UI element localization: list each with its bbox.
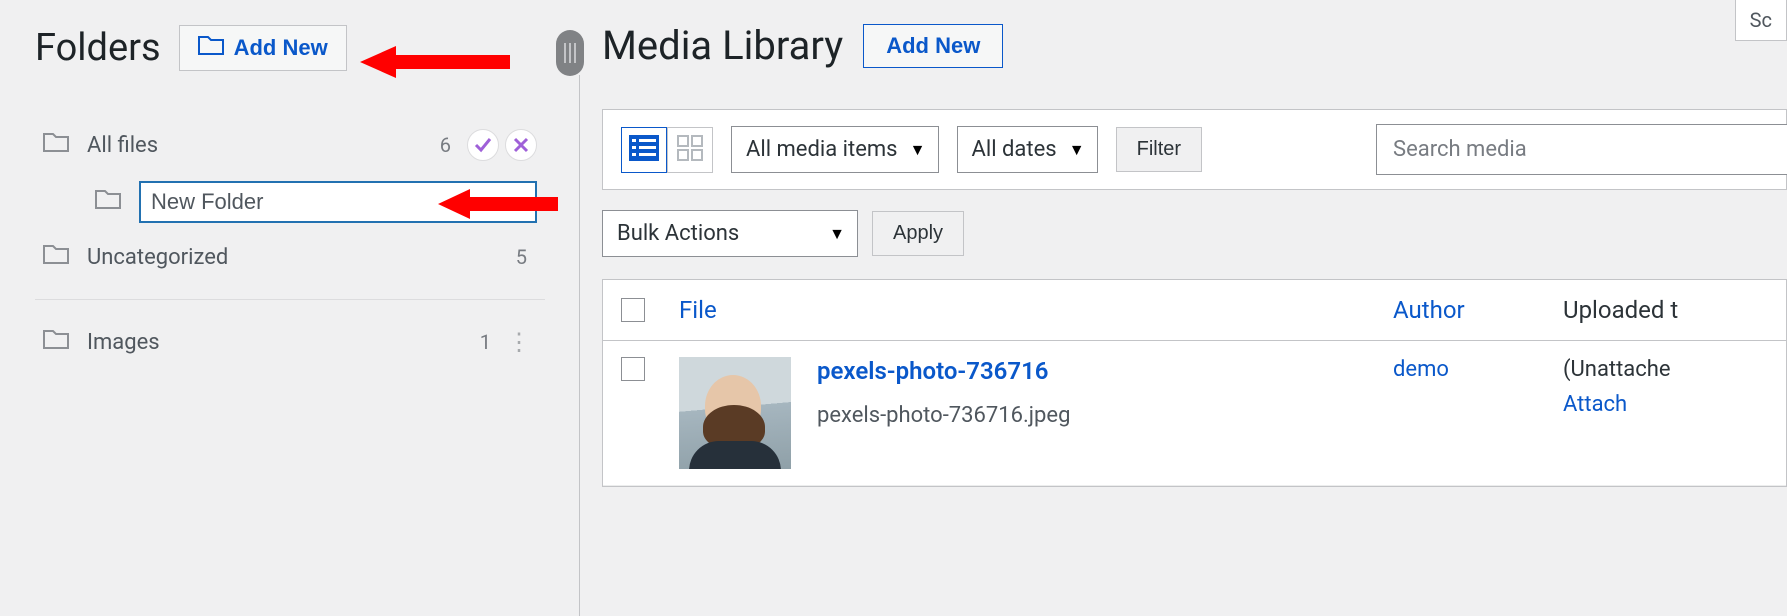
media-thumbnail[interactable] [679,357,791,469]
column-uploaded: Uploaded t [1563,296,1678,324]
folder-plus-icon [198,34,224,62]
page-title: Media Library [602,22,843,69]
select-label: Bulk Actions [617,221,739,246]
column-author[interactable]: Author [1393,296,1465,324]
table-header: File Author Uploaded t [603,280,1786,341]
select-label: All dates [972,137,1057,162]
folder-label: Images [87,330,480,355]
folder-icon [43,328,69,356]
confirm-folder-button[interactable] [467,129,499,161]
folder-list: All files 6 [35,119,545,366]
media-type-select[interactable]: All media items ▼ [731,126,939,173]
folder-more-button[interactable]: ⋮ [501,328,537,356]
media-table: File Author Uploaded t pexels-photo-7367… [602,279,1787,487]
search-placeholder: Search media [1393,137,1527,162]
chevron-down-icon: ▼ [910,140,926,160]
folders-title: Folders [35,26,161,70]
add-media-button[interactable]: Add New [863,24,1003,68]
apply-button[interactable]: Apply [872,211,964,256]
cancel-folder-button[interactable] [505,129,537,161]
media-toolbar: All media items ▼ All dates ▼ Filter Sea… [602,109,1787,190]
folder-label: Uncategorized [87,245,516,270]
folder-row-uncategorized[interactable]: Uncategorized 5 [35,233,545,281]
add-folder-label: Add New [234,35,328,61]
media-title-link[interactable]: pexels-photo-736716 [817,357,1070,385]
folders-sidebar: Folders Add New All files 6 [0,0,580,616]
search-media-input[interactable]: Search media [1376,124,1787,175]
filter-button[interactable]: Filter [1116,127,1202,172]
select-all-checkbox[interactable] [621,298,645,322]
annotation-arrow-icon [438,186,568,222]
dates-select[interactable]: All dates ▼ [957,126,1098,173]
screen-options-tab[interactable]: Sc [1735,0,1787,41]
chevron-down-icon: ▼ [829,224,845,244]
column-file[interactable]: File [679,296,717,324]
row-checkbox[interactable] [621,357,645,381]
select-label: All media items [746,137,898,162]
author-link[interactable]: demo [1393,357,1449,382]
uploaded-status: (Unattache [1563,357,1768,382]
folder-icon [43,131,69,159]
annotation-arrow-icon [360,42,520,82]
list-view-icon [629,135,659,165]
add-folder-button[interactable]: Add New [179,25,347,71]
media-library-main: Sc Media Library Add New All media i [580,0,1787,616]
view-grid-button[interactable] [667,127,713,173]
divider [35,299,545,300]
folder-icon [43,243,69,271]
attach-link[interactable]: Attach [1563,392,1768,417]
media-filename: pexels-photo-736716.jpeg [817,403,1070,428]
folder-row-images[interactable]: Images 1 ⋮ [35,318,545,366]
folder-icon [95,188,121,216]
table-row: pexels-photo-736716 pexels-photo-736716.… [603,341,1786,486]
folder-count: 1 [480,330,491,354]
grid-view-icon [677,135,703,165]
view-list-button[interactable] [621,127,667,173]
folder-count: 5 [516,245,527,269]
folder-count: 6 [440,133,451,157]
folder-label: All files [87,133,440,158]
bulk-actions-select[interactable]: Bulk Actions ▼ [602,210,858,257]
folder-row-all-files[interactable]: All files 6 [35,119,545,171]
chevron-down-icon: ▼ [1069,140,1085,160]
